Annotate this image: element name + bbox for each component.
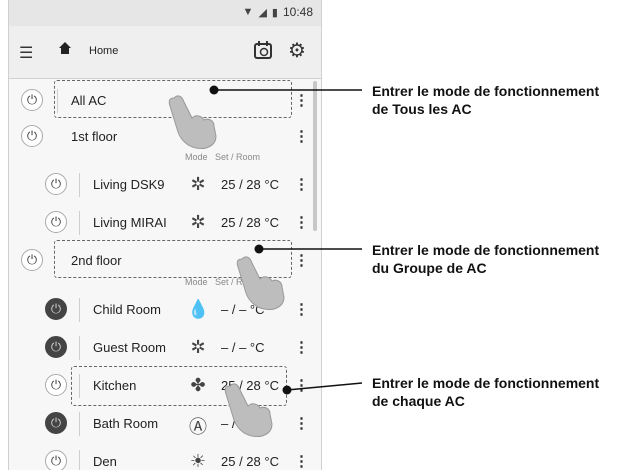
- callout-line: de chaque AC: [372, 393, 465, 409]
- callout-line: Entrer le mode de fonctionnement: [372, 375, 600, 391]
- callout-group: Entrer le mode de fonctionnement du Grou…: [372, 241, 599, 277]
- callout-line: de Tous les AC: [372, 101, 472, 117]
- callout-each-ac: Entrer le mode de fonctionnement de chaq…: [372, 374, 599, 410]
- callout-line: Entrer le mode de fonctionnement: [372, 83, 600, 99]
- callout-line: du Groupe de AC: [372, 260, 487, 276]
- callout-all-ac: Entrer le mode de fonctionnement de Tous…: [372, 82, 599, 118]
- callout-line: Entrer le mode de fonctionnement: [372, 242, 600, 258]
